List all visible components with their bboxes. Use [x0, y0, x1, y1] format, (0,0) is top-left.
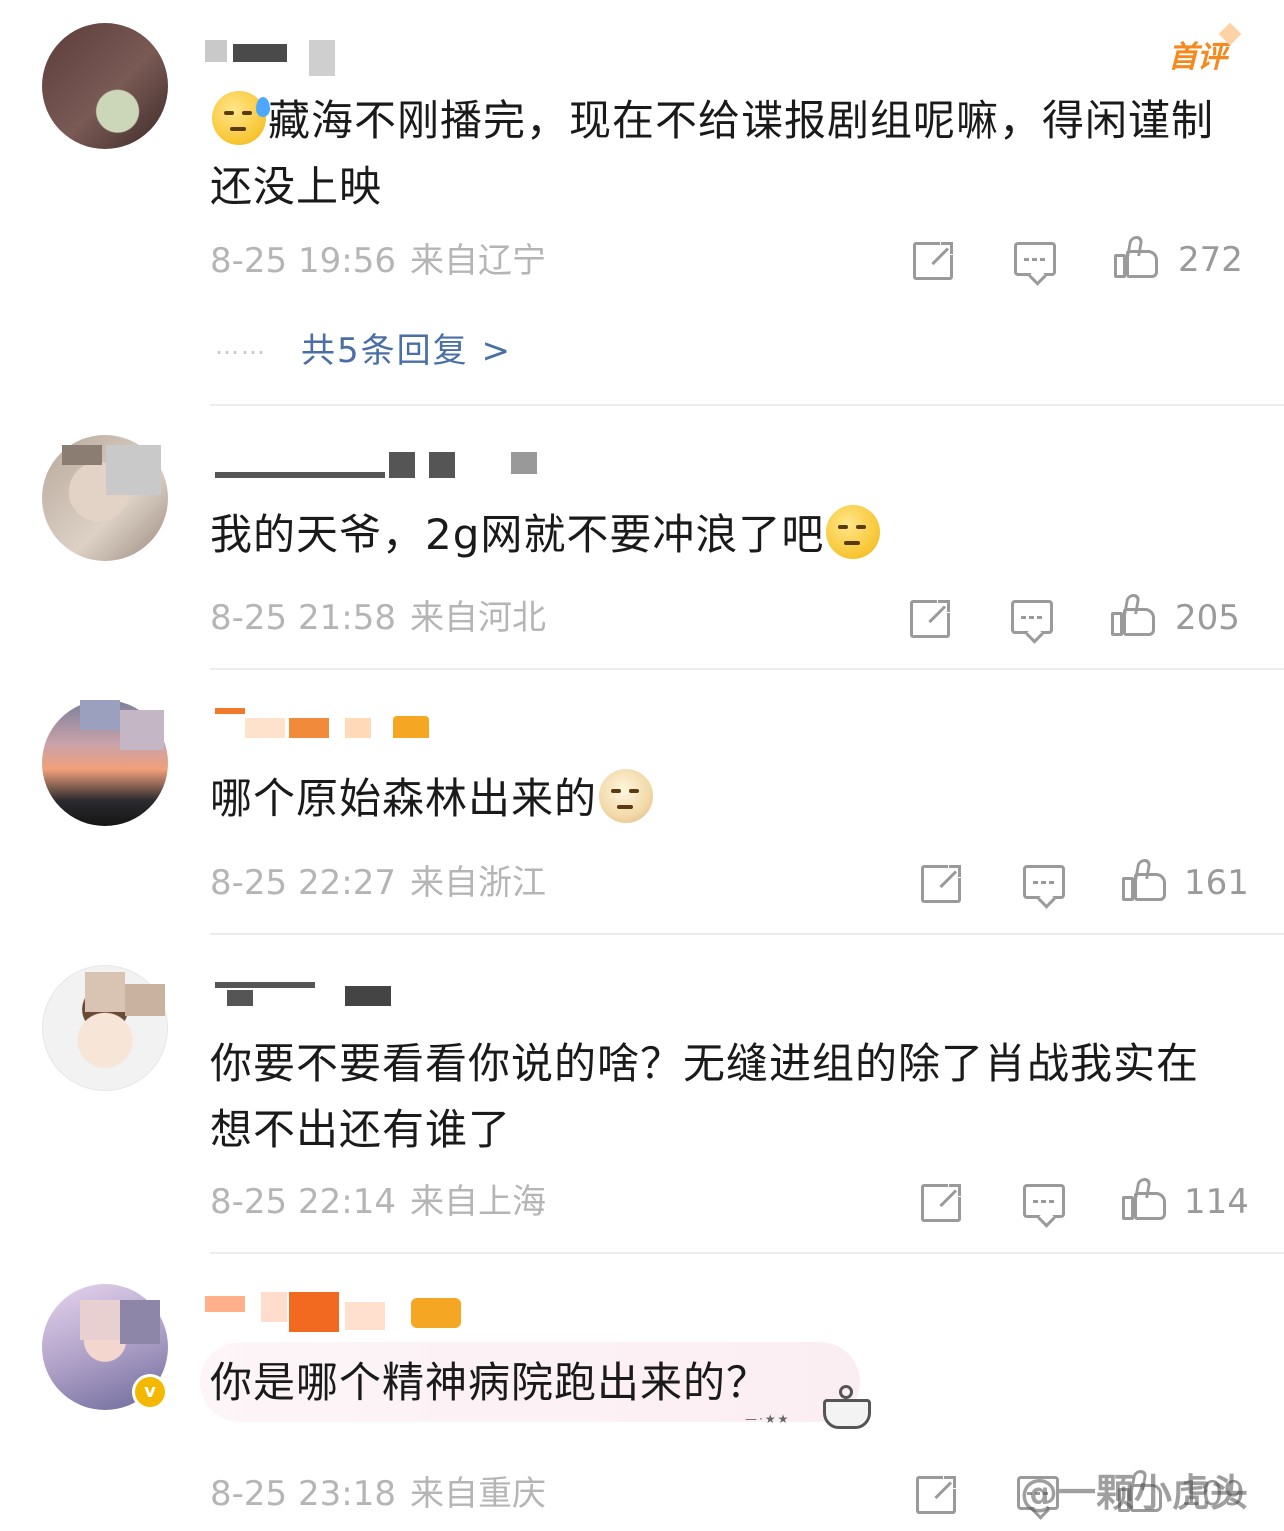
comment-meta: 8-25 21:58 来自河北: [210, 598, 546, 638]
share-icon: [910, 599, 951, 638]
comment-date: 8-25 23:18: [210, 1474, 396, 1514]
comment-date: 8-25 21:58: [210, 598, 396, 638]
divider: [210, 404, 1284, 406]
comment-text: 你要不要看看你说的啥？无缝进组的除了肖战我实在想不出还有谁了: [210, 1039, 1200, 1154]
comment-location: 来自重庆: [409, 1474, 546, 1514]
like-button[interactable]: 114: [1122, 1178, 1252, 1222]
like-icon: [1122, 1178, 1168, 1220]
like-icon: [1122, 859, 1168, 901]
divider: [210, 668, 1284, 670]
username-redacted[interactable]: [205, 982, 395, 1012]
share-icon: [913, 241, 954, 280]
emoji-doge-icon: [599, 769, 654, 823]
comment-meta: 8-25 19:56 来自辽宁: [210, 241, 546, 281]
first-comment-badge: 首评: [1168, 32, 1227, 76]
comment-icon: [1023, 1184, 1065, 1218]
like-count: 114: [1184, 1182, 1249, 1222]
crown-decoration-icon: [815, 1385, 877, 1435]
emoji-sweat-icon: [212, 91, 270, 145]
like-count: 161: [1184, 863, 1249, 903]
comment-date: 8-25 19:56: [210, 241, 396, 281]
share-button[interactable]: [921, 864, 965, 905]
like-icon: [1114, 236, 1160, 278]
watermark-text: @一颗小虎头: [1020, 1471, 1249, 1515]
comment-text: 藏海不刚播完，现在不给谍报剧组呢嘛，得闲谨制还没上映: [210, 88, 1240, 220]
share-icon: [916, 1475, 957, 1514]
comment-location: 来自辽宁: [409, 241, 546, 281]
verified-badge-icon: v: [132, 1374, 168, 1410]
comment-date: 8-25 22:14: [210, 1182, 396, 1222]
comment-meta: 8-25 22:27 来自浙江: [210, 863, 546, 903]
divider: [210, 1252, 1284, 1254]
like-icon: [1111, 594, 1157, 636]
avatar[interactable]: [42, 23, 168, 149]
like-count: 205: [1175, 598, 1240, 638]
share-button[interactable]: [913, 241, 957, 282]
emoji-speechless-icon: [826, 505, 881, 559]
share-button[interactable]: [910, 599, 954, 640]
comment-meta: 8-25 23:18 来自重庆: [210, 1474, 546, 1514]
reply-button[interactable]: [1011, 600, 1057, 640]
comment-icon: [1023, 865, 1065, 899]
reply-button[interactable]: [1023, 1184, 1069, 1224]
username-redacted[interactable]: [205, 708, 435, 738]
comment-text: 你是哪个精神病院跑出来的？: [210, 1358, 770, 1407]
comment-icon: [1014, 242, 1056, 276]
comment-location: 来自上海: [409, 1182, 546, 1222]
share-icon: [921, 1183, 962, 1222]
replies-count-link[interactable]: 共5条回复 >: [301, 331, 512, 371]
share-icon: [921, 864, 962, 903]
comment-text: 哪个原始森林出来的: [210, 766, 1240, 832]
comment-icon: [1011, 600, 1053, 634]
comment-meta: 8-25 22:14 来自上海: [210, 1182, 546, 1222]
username-redacted[interactable]: [205, 40, 345, 76]
divider: [210, 933, 1284, 935]
comment-date: 8-25 22:27: [210, 863, 396, 903]
view-replies-link[interactable]: …… 共5条回复 >: [215, 326, 512, 371]
username-redacted[interactable]: [205, 1292, 475, 1332]
reply-button[interactable]: [1023, 865, 1069, 905]
like-button[interactable]: 161: [1122, 859, 1252, 903]
comment-location: 来自浙江: [409, 863, 546, 903]
like-button[interactable]: 205: [1111, 594, 1241, 638]
share-button[interactable]: [916, 1475, 960, 1516]
comment-text: 我的天爷，2g网就不要冲浪了吧: [210, 502, 1240, 568]
username-redacted[interactable]: [205, 452, 537, 482]
reply-button[interactable]: [1014, 242, 1060, 282]
share-button[interactable]: [921, 1183, 965, 1224]
comment-location: 来自河北: [409, 598, 546, 638]
like-button[interactable]: 272: [1114, 236, 1244, 280]
sparkle-decoration-icon: —·★★: [745, 1412, 791, 1426]
like-count: 272: [1178, 240, 1243, 280]
replies-ellipsis: ……: [215, 332, 267, 360]
